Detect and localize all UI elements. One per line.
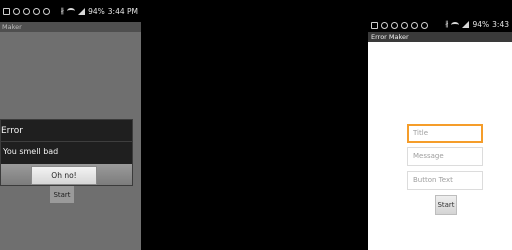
status-time: 3:43 bbox=[492, 20, 509, 29]
status-bar: ∦ 94% 3:44 PM bbox=[0, 0, 141, 22]
notification-icon bbox=[23, 7, 30, 15]
app-title: Error Maker bbox=[368, 32, 512, 42]
bluetooth-icon: ∦ bbox=[60, 6, 65, 15]
phone-screen-right: ∦ 94% 3:43 Error Maker Title Message But… bbox=[368, 0, 512, 250]
notification-icon bbox=[371, 22, 378, 29]
battery-level: 94% bbox=[472, 20, 490, 29]
signal-icon bbox=[462, 21, 470, 28]
dialog-title: Error bbox=[1, 126, 23, 136]
notification-icon bbox=[43, 7, 50, 15]
notification-icon bbox=[411, 22, 418, 29]
battery-level: 94% bbox=[88, 6, 105, 16]
app-title: Maker bbox=[0, 22, 141, 32]
error-dialog: Error You smell bad Oh no! bbox=[0, 119, 133, 186]
notification-icon bbox=[421, 22, 428, 29]
bluetooth-icon: ∦ bbox=[444, 20, 449, 28]
start-button[interactable]: Start bbox=[435, 195, 457, 215]
phone-screen-left: ∦ 94% 3:44 PM Maker Error You smell bad … bbox=[0, 0, 141, 250]
notification-icon bbox=[13, 7, 20, 15]
notification-icon bbox=[401, 22, 408, 29]
notification-icons bbox=[368, 22, 428, 29]
notification-icon bbox=[33, 7, 40, 15]
notification-icons bbox=[0, 7, 50, 15]
status-bar: ∦ 94% 3:43 bbox=[368, 0, 512, 32]
start-button[interactable]: Start bbox=[50, 186, 74, 203]
button-text-input[interactable]: Button Text bbox=[407, 171, 483, 190]
dialog-divider bbox=[1, 141, 132, 142]
message-input[interactable]: Message bbox=[407, 147, 483, 166]
status-time: 3:44 PM bbox=[107, 6, 138, 16]
wifi-icon bbox=[451, 21, 460, 28]
title-input[interactable]: Title bbox=[407, 124, 483, 143]
notification-icon bbox=[3, 7, 10, 15]
dialog-message: You smell bad bbox=[3, 147, 59, 156]
dialog-footer: Oh no! bbox=[1, 164, 132, 185]
notification-icon bbox=[381, 22, 388, 29]
dialog-ok-button[interactable]: Oh no! bbox=[31, 166, 97, 185]
signal-icon bbox=[78, 7, 86, 15]
wifi-icon bbox=[67, 8, 76, 14]
notification-icon bbox=[391, 22, 398, 29]
